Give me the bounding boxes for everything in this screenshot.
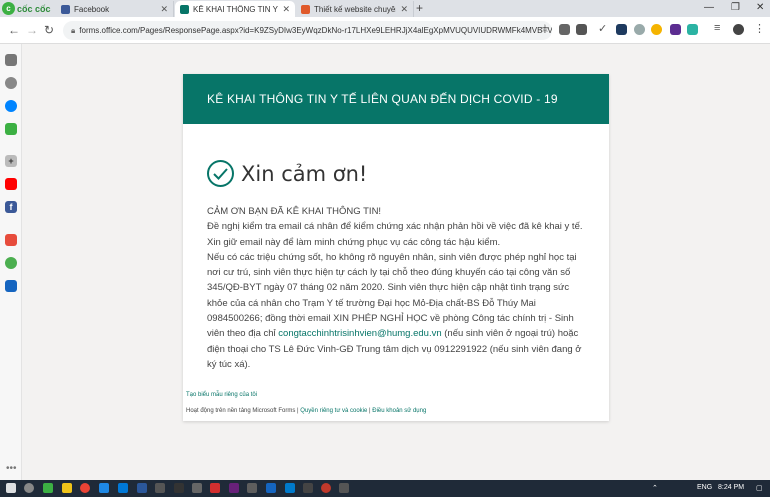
form-header: KÊ KHAI THÔNG TIN Y TẾ LIÊN QUAN ĐẾN DỊC… — [183, 74, 609, 124]
tab-label: Facebook — [74, 4, 110, 14]
minimize-icon[interactable]: — — [704, 2, 714, 13]
address-bar[interactable]: 🔒︎ forms.office.com/Pages/ResponsePage.a… — [63, 21, 552, 40]
coccoc-logo-icon: c — [2, 2, 15, 15]
tab-label: KÊ KHAI THÔNG TIN Y TẾ LIÊ — [193, 4, 278, 14]
extension-dark-icon[interactable] — [616, 24, 627, 35]
email-link[interactable]: congtacchinhtrisinhvien@humg.edu.vn — [278, 328, 441, 339]
maximize-icon[interactable]: ❐ — [731, 2, 740, 13]
chrome-icon[interactable] — [80, 483, 90, 493]
back-arrow-icon[interactable]: ← — [8, 23, 20, 37]
url-text: forms.office.com/Pages/ResponsePage.aspx… — [79, 26, 552, 35]
extension-teal-icon[interactable] — [687, 24, 698, 35]
powered-by-text: Hoạt động trên nền tảng Microsoft Forms … — [186, 408, 299, 414]
tab-website-design[interactable]: Thiết kế website chuyên ngh ✕ — [296, 1, 414, 17]
form-card: KÊ KHAI THÔNG TIN Y TẾ LIÊN QUAN ĐẾN DỊC… — [183, 74, 609, 421]
form-title: KÊ KHAI THÔNG TIN Y TẾ LIÊN QUAN ĐẾN DỊC… — [207, 92, 558, 106]
terminal-icon[interactable] — [174, 483, 184, 493]
check-circle-icon — [207, 160, 234, 187]
app-gray-icon[interactable] — [155, 483, 165, 493]
app-taskbar-blue-icon[interactable] — [266, 483, 276, 493]
response-message: CẢM ƠN BẠN ĐÃ KÊ KHAI THÔNG TIN! Đề nghị… — [207, 204, 590, 372]
thanks-heading: Xin cảm ơn! — [241, 161, 368, 186]
profile-avatar-icon[interactable] — [733, 24, 744, 35]
add-panel-icon[interactable]: + — [5, 155, 17, 167]
vscode-icon[interactable] — [285, 483, 295, 493]
settings-gear-icon[interactable] — [5, 54, 17, 66]
extension-globe-icon[interactable] — [634, 24, 645, 35]
create-form-link[interactable]: Tạo biểu mẫu riêng của tôi — [186, 392, 257, 398]
browser-brand-name: cốc cốc — [17, 3, 51, 14]
language-indicator[interactable]: ENG — [697, 484, 712, 491]
message-paragraph-2: Nếu có các triệu chứng sốt, ho không rõ … — [207, 250, 590, 372]
privacy-link[interactable]: Quyền riêng tư và cookie — [300, 408, 367, 414]
facebook-favicon-icon — [61, 4, 70, 14]
notification-icon[interactable]: ▢ — [756, 484, 763, 492]
app-round-icon[interactable] — [321, 483, 331, 493]
close-window-icon[interactable]: ✕ — [756, 2, 764, 13]
browser-brand[interactable]: c cốc cốc — [2, 1, 54, 16]
app-taskbar-icon[interactable] — [247, 483, 257, 493]
terms-link[interactable]: Điều khoản sử dụng — [372, 408, 426, 414]
app-red-icon[interactable] — [5, 234, 17, 246]
tab-close-icon[interactable]: ✕ — [400, 4, 408, 15]
tab-covid-form[interactable]: KÊ KHAI THÔNG TIN Y TẾ LIÊ ✕ — [175, 1, 295, 17]
windows-start-icon[interactable] — [6, 483, 16, 493]
app-dark-icon[interactable] — [192, 483, 202, 493]
bookmark-star-icon[interactable]: ☆ — [540, 22, 550, 35]
page-footer: Tạo biểu mẫu riêng của tôi Hoạt động trê… — [186, 392, 426, 414]
message-paragraph-1: Đề nghị kiểm tra email cá nhân để kiểm c… — [207, 221, 583, 248]
shield-icon[interactable] — [559, 24, 570, 35]
menu-more-icon[interactable]: ⋮ — [754, 22, 765, 35]
app-green-icon[interactable] — [5, 257, 17, 269]
thanks-row: Xin cảm ơn! — [207, 160, 367, 187]
browser-toolbar: ← → ↻ 🔒︎ forms.office.com/Pages/Response… — [0, 17, 770, 44]
forms-favicon-icon — [180, 4, 189, 14]
facebook-icon[interactable]: f — [5, 201, 17, 213]
history-icon[interactable] — [5, 77, 17, 89]
reading-list-icon[interactable]: ≡ — [714, 22, 720, 34]
message-heading: CẢM ƠN BẠN ĐÃ KÊ KHAI THÔNG TIN! — [207, 206, 382, 217]
tab-strip: c cốc cốc Facebook ✕ KÊ KHAI THÔNG TIN Y… — [0, 0, 770, 17]
browser-sidebar: + f ••• — [0, 44, 22, 480]
file-explorer-icon[interactable] — [62, 483, 72, 493]
reload-icon[interactable]: ↻ — [44, 23, 54, 37]
footer-separator: | — [369, 408, 371, 414]
checkmark-extension-icon[interactable]: ✓ — [598, 22, 607, 35]
new-tab-button[interactable]: + — [416, 1, 423, 15]
game-controller-icon[interactable] — [5, 123, 17, 135]
task-view-icon[interactable] — [24, 483, 34, 493]
youtube-icon[interactable] — [5, 178, 17, 190]
download-icon[interactable] — [576, 24, 587, 35]
app-blue-icon[interactable] — [5, 280, 17, 292]
lock-icon: 🔒︎ — [71, 25, 76, 35]
app-red-taskbar-icon[interactable] — [210, 483, 220, 493]
messenger-icon[interactable] — [5, 100, 17, 112]
tab-close-icon[interactable]: ✕ — [282, 4, 290, 15]
extension-purple-icon[interactable] — [670, 24, 681, 35]
page-content: KÊ KHAI THÔNG TIN Y TẾ LIÊN QUAN ĐẾN DỊC… — [22, 44, 770, 480]
more-dots-icon[interactable]: ••• — [6, 463, 17, 474]
word-icon[interactable] — [137, 483, 147, 493]
windows-taskbar: ⌃ ENG 8:24 PM ▢ — [0, 480, 770, 497]
tab-facebook[interactable]: Facebook ✕ — [56, 1, 174, 17]
tab-close-icon[interactable]: ✕ — [160, 4, 168, 15]
message-text: Nếu có các triệu chứng sốt, ho không rõ … — [207, 251, 577, 340]
clock[interactable]: 8:24 PM — [718, 484, 744, 491]
extension-yellow-icon[interactable] — [651, 24, 662, 35]
visual-studio-icon[interactable] — [229, 483, 239, 493]
app-taskbar-last-icon[interactable] — [339, 483, 349, 493]
coccoc-taskbar-icon[interactable] — [43, 483, 53, 493]
tab-label: Thiết kế website chuyên ngh — [314, 4, 396, 14]
store-icon[interactable] — [118, 483, 128, 493]
tray-chevron-icon[interactable]: ⌃ — [652, 484, 658, 492]
forward-arrow-icon[interactable]: → — [26, 23, 38, 37]
app-taskbar-dark-icon[interactable] — [303, 483, 313, 493]
website-favicon-icon — [301, 4, 310, 14]
app-blue-taskbar-icon[interactable] — [99, 483, 109, 493]
